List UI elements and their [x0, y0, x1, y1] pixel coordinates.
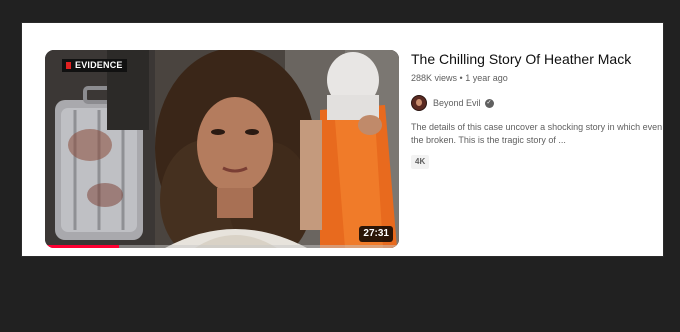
- evidence-tag-label: EVIDENCE: [75, 60, 123, 70]
- portrait-graphic: [155, 50, 315, 248]
- duration-badge: 27:31: [359, 226, 393, 242]
- video-metadata: 288K views • 1 year ago: [411, 72, 671, 84]
- quality-badge: 4K: [411, 155, 430, 169]
- red-square-icon: [66, 62, 71, 69]
- meta-separator: •: [459, 73, 463, 83]
- video-thumbnail[interactable]: EVIDENCE 27:31: [45, 50, 399, 248]
- video-info: The Chilling Story Of Heather Mack 288K …: [411, 50, 671, 169]
- watch-progress-bar: [45, 245, 399, 248]
- channel-avatar[interactable]: [411, 95, 427, 111]
- video-result-card[interactable]: EVIDENCE 27:31 The Chilling Story Of Hea…: [21, 22, 664, 257]
- thumbnail-image: [45, 50, 399, 248]
- upload-age: 1 year ago: [465, 73, 508, 83]
- watch-progress-fill: [45, 245, 120, 248]
- view-count: 288K views: [411, 73, 458, 83]
- channel-name[interactable]: Beyond Evil: [433, 98, 481, 108]
- channel-row[interactable]: Beyond Evil ✓: [411, 94, 671, 112]
- evidence-tag: EVIDENCE: [62, 59, 127, 72]
- check-circle-icon: ✓: [484, 98, 494, 108]
- video-description: The details of this case uncover a shock…: [411, 122, 663, 145]
- video-title[interactable]: The Chilling Story Of Heather Mack: [411, 50, 671, 68]
